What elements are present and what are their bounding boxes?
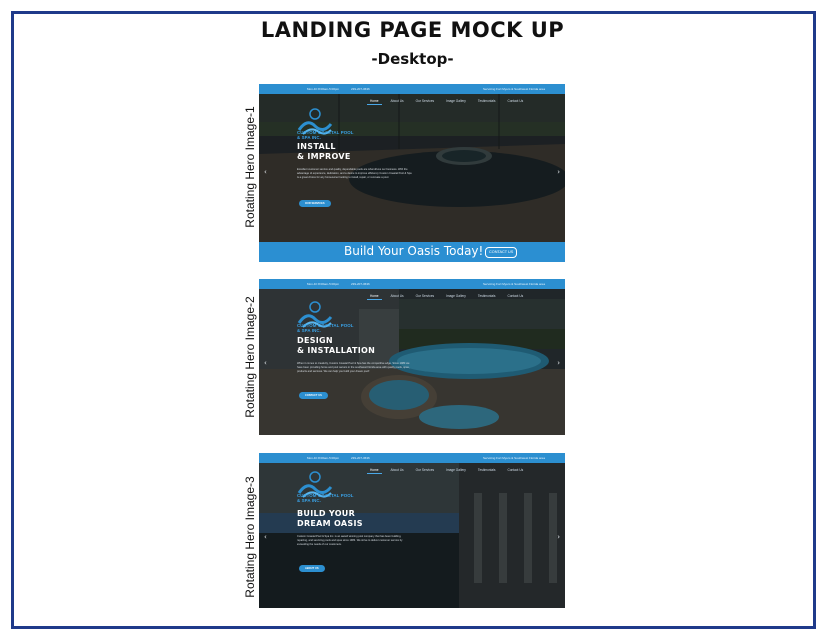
cta-text: Build Your Oasis Today! — [344, 244, 484, 258]
nav-testimonials[interactable]: Testimonials — [475, 467, 499, 474]
slide-label-1: Rotating Hero Image-1 — [243, 106, 257, 228]
hero-body-text: Custom Coastal Pool & Spa Inc. is an awa… — [297, 535, 403, 547]
nav-contact[interactable]: Contact Us — [504, 98, 526, 105]
headline-line-1: DESIGN — [297, 336, 333, 345]
phone-number[interactable]: 239-207-3636 — [351, 87, 370, 91]
headline-line-1: INSTALL — [297, 142, 336, 151]
headline-line-2: DREAM OASIS — [297, 519, 363, 528]
chevron-left-icon[interactable]: ‹ — [264, 533, 267, 541]
hero-mockup-2: Mon-Fri 8:00am-5:00pm 239-207-3636 Servi… — [259, 279, 565, 435]
hero-headline: INSTALL & IMPROVE — [297, 142, 351, 162]
hero-body-text: Excellent customer service and quality, … — [297, 168, 412, 180]
main-nav: Home About Us Our Services Image Gallery… — [367, 98, 526, 105]
headline-line-1: BUILD YOUR — [297, 509, 356, 518]
main-nav: Home About Us Our Services Image Gallery… — [367, 467, 526, 474]
brand-line-2: & SPA INC. — [297, 498, 321, 503]
chevron-left-icon[interactable]: ‹ — [264, 359, 267, 367]
phone-number[interactable]: 239-207-3636 — [351, 282, 370, 286]
business-hours: Mon-Fri 8:00am-5:00pm — [307, 456, 340, 460]
nav-services[interactable]: Our Services — [413, 98, 437, 105]
nav-contact[interactable]: Contact Us — [504, 467, 526, 474]
main-nav: Home About Us Our Services Image Gallery… — [367, 293, 526, 300]
nav-about[interactable]: About Us — [388, 467, 407, 474]
service-area: Servicing Fort Myers & Southwest Florida… — [482, 87, 545, 91]
slide-label-3: Rotating Hero Image-3 — [243, 476, 257, 598]
page-subtitle: -Desktop- — [371, 50, 454, 68]
brand-name: CUSTOM COASTAL POOL & SPA INC. — [297, 493, 354, 503]
brand-line-2: & SPA INC. — [297, 135, 321, 140]
chevron-right-icon[interactable]: › — [557, 168, 560, 176]
service-area: Servicing Fort Myers & Southwest Florida… — [482, 456, 545, 460]
business-hours: Mon-Fri 8:00am-5:00pm — [307, 282, 340, 286]
hero-headline: BUILD YOUR DREAM OASIS — [297, 509, 363, 529]
hero-headline: DESIGN & INSTALLATION — [297, 336, 375, 356]
cta-banner: Build Your Oasis Today! CONTACT US — [259, 242, 565, 262]
brand-name: CUSTOM COASTAL POOL & SPA INC. — [297, 130, 354, 140]
nav-home[interactable]: Home — [367, 467, 382, 474]
nav-gallery[interactable]: Image Gallery — [443, 98, 469, 105]
chevron-right-icon[interactable]: › — [557, 533, 560, 541]
nav-about[interactable]: About Us — [388, 98, 407, 105]
hero-mockup-3: Mon-Fri 8:00am-5:00pm 239-207-3636 Servi… — [259, 453, 565, 608]
nav-home[interactable]: Home — [367, 293, 382, 300]
nav-home[interactable]: Home — [367, 98, 382, 105]
chevron-left-icon[interactable]: ‹ — [264, 168, 267, 176]
nav-services[interactable]: Our Services — [413, 293, 437, 300]
nav-testimonials[interactable]: Testimonials — [475, 98, 499, 105]
nav-gallery[interactable]: Image Gallery — [443, 467, 469, 474]
page-title: LANDING PAGE MOCK UP — [260, 18, 565, 42]
brand-line-2: & SPA INC. — [297, 328, 321, 333]
phone-number[interactable]: 239-207-3636 — [351, 456, 370, 460]
contact-us-button[interactable]: CONTACT US — [299, 392, 328, 399]
hero-mockup-1: Mon-Fri 8:00am-5:00pm 239-207-3636 Servi… — [259, 84, 565, 262]
about-us-button[interactable]: ABOUT US — [299, 565, 325, 572]
contact-us-button[interactable]: CONTACT US — [485, 247, 518, 258]
nav-gallery[interactable]: Image Gallery — [443, 293, 469, 300]
top-info-bar: Mon-Fri 8:00am-5:00pm 239-207-3636 Servi… — [259, 279, 565, 289]
nav-testimonials[interactable]: Testimonials — [475, 293, 499, 300]
service-area: Servicing Fort Myers & Southwest Florida… — [482, 282, 545, 286]
headline-line-2: & IMPROVE — [297, 152, 351, 161]
headline-line-2: & INSTALLATION — [297, 346, 376, 355]
top-info-bar: Mon-Fri 8:00am-5:00pm 239-207-3636 Servi… — [259, 84, 565, 94]
chevron-right-icon[interactable]: › — [557, 359, 560, 367]
nav-services[interactable]: Our Services — [413, 467, 437, 474]
our-services-button[interactable]: OUR SERVICES — [299, 200, 331, 207]
hero-body-text: When it comes to creativity, Custom Coas… — [297, 362, 410, 374]
brand-name: CUSTOM COASTAL POOL & SPA INC. — [297, 323, 354, 333]
slide-label-2: Rotating Hero Image-2 — [243, 296, 257, 418]
business-hours: Mon-Fri 8:00am-5:00pm — [307, 87, 340, 91]
nav-about[interactable]: About Us — [388, 293, 407, 300]
top-info-bar: Mon-Fri 8:00am-5:00pm 239-207-3636 Servi… — [259, 453, 565, 463]
nav-contact[interactable]: Contact Us — [504, 293, 526, 300]
